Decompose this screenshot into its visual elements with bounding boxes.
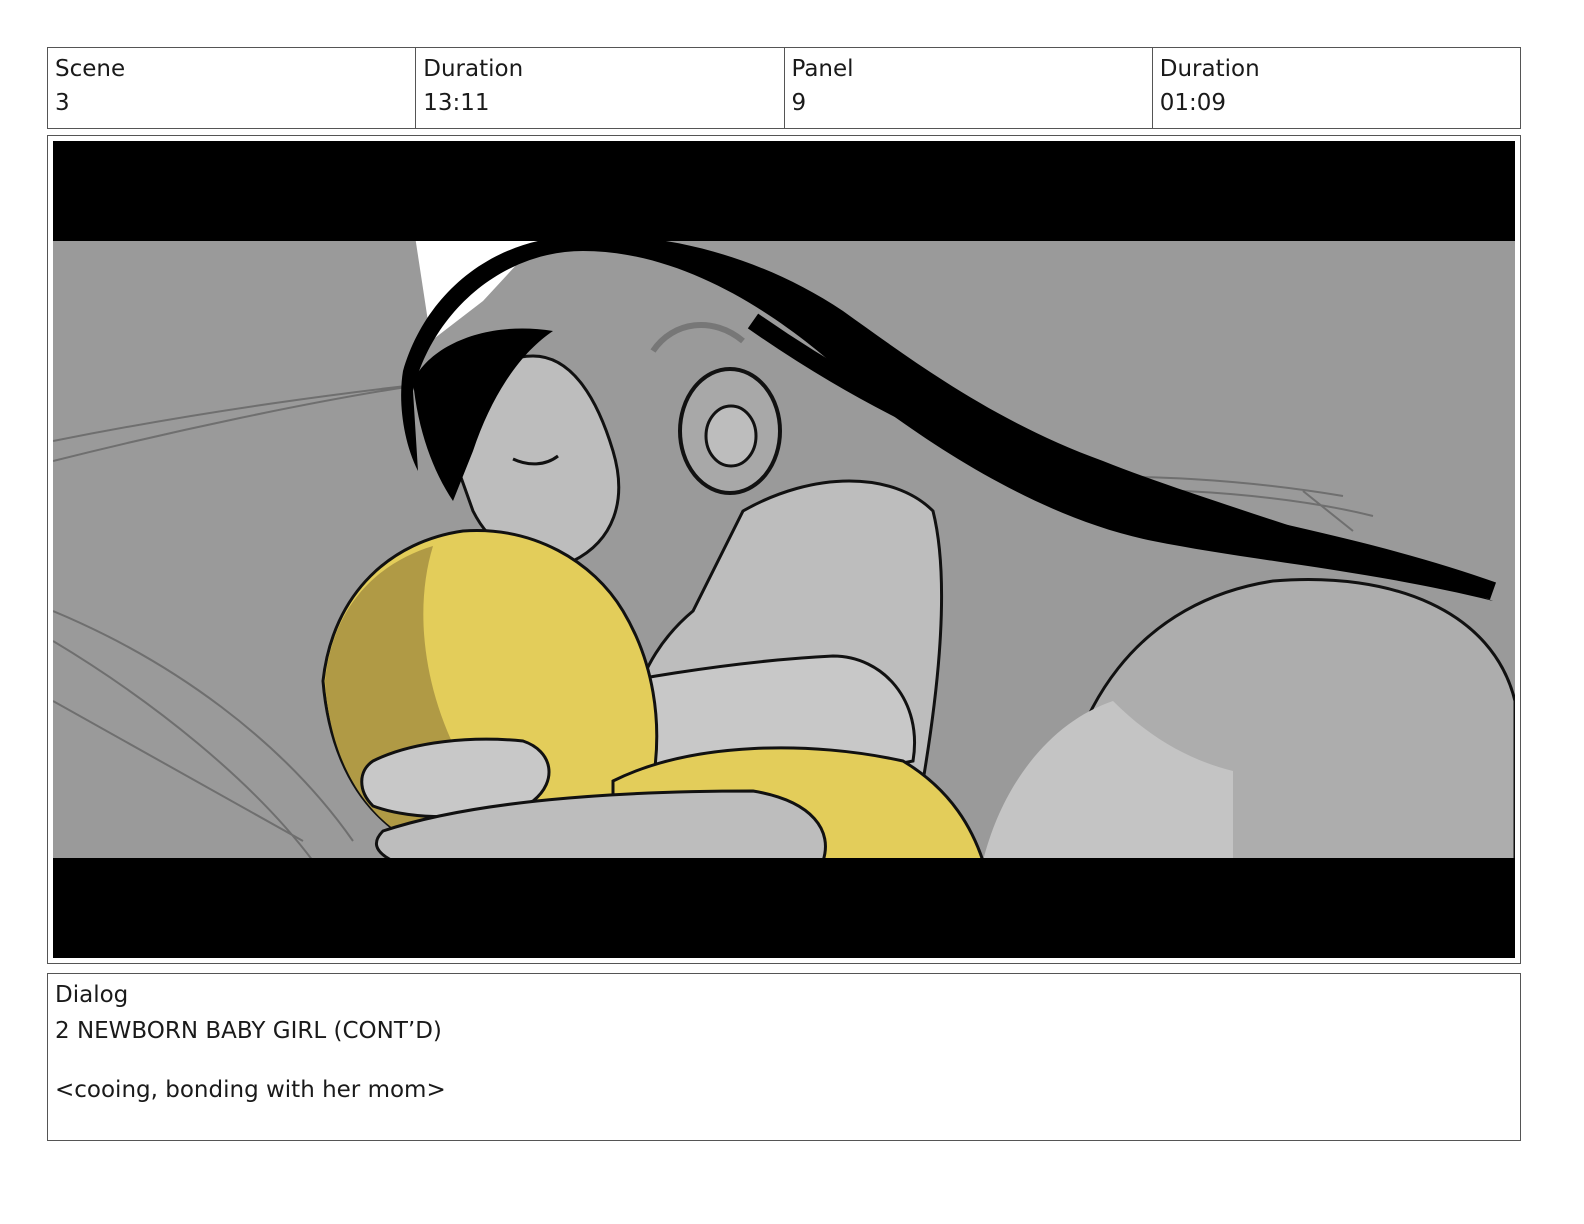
dialog-line: <cooing, bonding with her mom>: [55, 1077, 446, 1103]
scene-cell: Scene 3: [48, 48, 417, 128]
panel-label: Panel: [791, 56, 854, 82]
panel-cell: Panel 9: [785, 48, 1153, 128]
dialog-label: Dialog: [55, 982, 129, 1008]
scene-label: Scene: [55, 56, 126, 82]
panel-value: 9: [791, 90, 807, 116]
panel-header: Scene 3 Duration 13:11 Panel 9 Duration …: [47, 47, 1521, 129]
panel-duration-value: 01:09: [1159, 90, 1227, 116]
scene-value: 3: [55, 90, 70, 116]
letterbox-bottom: [53, 858, 1515, 958]
panel-duration-label: Duration: [1159, 56, 1260, 82]
storyboard-drawing: [53, 141, 1515, 958]
panel-duration-cell: Duration 01:09: [1153, 48, 1520, 128]
storyboard-frame: [47, 135, 1521, 964]
dialog-speaker: 2 NEWBORN BABY GIRL (CONT’D): [55, 1018, 442, 1044]
scene-duration-value: 13:11: [423, 90, 490, 116]
dialog-box: Dialog 2 NEWBORN BABY GIRL (CONT’D) <coo…: [47, 973, 1521, 1141]
scene-duration-label: Duration: [423, 56, 524, 82]
scene-duration-cell: Duration 13:11: [416, 48, 785, 128]
headphone-inner: [704, 404, 758, 468]
letterbox-top: [53, 141, 1515, 241]
